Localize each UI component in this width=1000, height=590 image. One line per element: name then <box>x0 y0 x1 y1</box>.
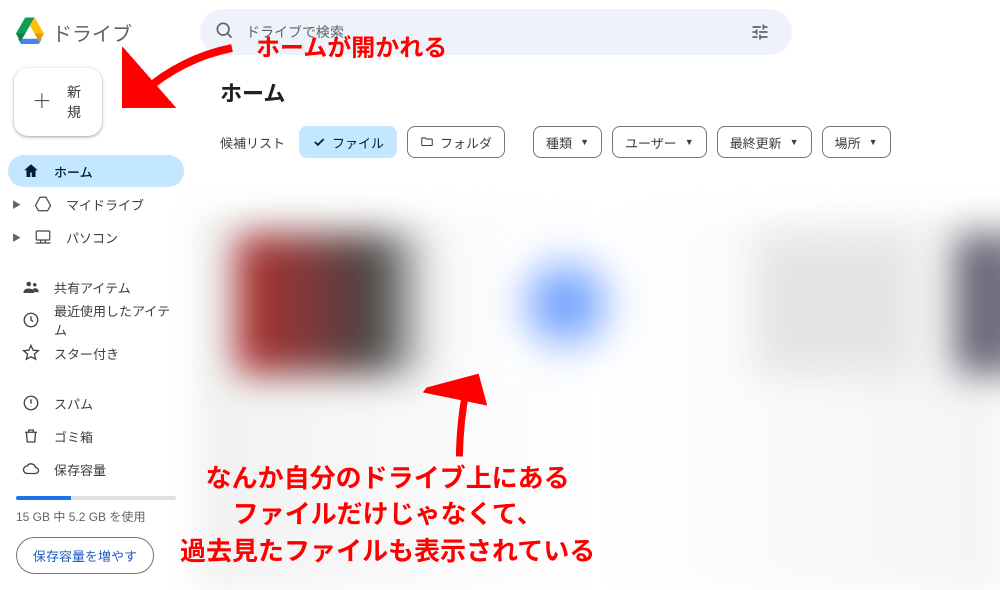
chip-modified[interactable]: 最終更新 ▼ <box>717 126 812 158</box>
sidebar-item-shared[interactable]: 共有アイテム <box>8 271 184 303</box>
sidebar-item-trash[interactable]: ゴミ箱 <box>8 420 184 452</box>
folder-icon <box>420 135 434 149</box>
new-button[interactable]: ＋ 新規 <box>14 68 102 136</box>
nav-group-secondary: 共有アイテム 最近使用したアイテム スター付き <box>8 270 184 370</box>
filter-label: 候補リスト <box>220 133 285 152</box>
storage-upgrade-button[interactable]: 保存容量を増やす <box>16 537 154 574</box>
chip-label: 場所 <box>835 133 861 152</box>
drive-logo-icon <box>16 16 44 49</box>
sidebar-item-storage[interactable]: 保存容量 <box>8 453 184 485</box>
star-icon <box>22 344 40 362</box>
blurred-thumbnail <box>956 234 1000 374</box>
sidebar-item-recent[interactable]: 最近使用したアイテム <box>8 304 184 336</box>
sidebar-item-label: ホーム <box>54 162 93 181</box>
storage-fill <box>16 496 71 500</box>
chip-label: ユーザー <box>625 133 677 152</box>
nav-group-tertiary: スパム ゴミ箱 保存容量 <box>8 386 184 486</box>
app-name: ドライブ <box>52 18 132 47</box>
caret-down-icon: ▼ <box>790 137 799 147</box>
new-button-label: 新規 <box>64 82 84 122</box>
chip-label: フォルダ <box>440 133 492 152</box>
sidebar-item-starred[interactable]: スター付き <box>8 337 184 369</box>
cloud-icon <box>22 460 40 478</box>
check-icon <box>312 135 326 149</box>
caret-down-icon: ▼ <box>869 137 878 147</box>
chip-user[interactable]: ユーザー ▼ <box>612 126 707 158</box>
search-options-button[interactable] <box>742 14 778 50</box>
clock-icon <box>22 311 40 329</box>
sidebar: ＋ 新規 ホーム ▶ マイドライブ ▶ パ <box>0 64 196 590</box>
blurred-thumbnail <box>236 234 436 374</box>
sidebar-item-label: 保存容量 <box>54 460 106 479</box>
chip-folder[interactable]: フォルダ <box>407 126 505 158</box>
blurred-thumbnail <box>496 234 636 374</box>
expand-caret-icon[interactable]: ▶ <box>12 231 21 244</box>
filter-row: 候補リスト ファイル フォルダ 種類 ▼ ユーザー ▼ <box>220 126 976 158</box>
storage-bar <box>16 496 176 500</box>
sidebar-item-label: パソコン <box>66 228 118 247</box>
plus-icon: ＋ <box>32 92 52 112</box>
sidebar-item-home[interactable]: ホーム <box>8 155 184 187</box>
sidebar-item-computers[interactable]: ▶ パソコン <box>8 221 184 253</box>
container: ＋ 新規 ホーム ▶ マイドライブ ▶ パ <box>0 64 1000 590</box>
top-bar: ドライブ ドライブで検索 <box>0 0 1000 64</box>
storage-used-text: 15 GB 中 5.2 GB を使用 <box>16 508 176 525</box>
caret-down-icon: ▼ <box>580 137 589 147</box>
home-icon <box>22 162 40 180</box>
sidebar-item-spam[interactable]: スパム <box>8 387 184 419</box>
computer-icon <box>34 228 52 246</box>
chip-label: ファイル <box>332 133 384 152</box>
chip-label: 最終更新 <box>730 133 782 152</box>
search-wrap: ドライブで検索 <box>192 9 992 55</box>
page-title: ホーム <box>220 76 976 108</box>
search-icon <box>214 20 234 45</box>
expand-caret-icon[interactable]: ▶ <box>12 198 21 211</box>
chip-type[interactable]: 種類 ▼ <box>533 126 602 158</box>
sidebar-item-mydrive[interactable]: ▶ マイドライブ <box>8 188 184 220</box>
tune-icon <box>750 22 770 42</box>
chip-label: 種類 <box>546 133 572 152</box>
sidebar-item-label: ゴミ箱 <box>54 427 93 446</box>
people-icon <box>22 278 40 296</box>
storage-section: 15 GB 中 5.2 GB を使用 保存容量を増やす <box>8 496 184 574</box>
sidebar-item-label: 共有アイテム <box>54 278 131 297</box>
logo-area[interactable]: ドライブ <box>8 16 192 49</box>
trash-icon <box>22 427 40 445</box>
sidebar-item-label: スパム <box>54 394 93 413</box>
spam-icon <box>22 394 40 412</box>
sidebar-item-label: マイドライブ <box>66 195 144 214</box>
search-placeholder: ドライブで検索 <box>246 22 730 42</box>
chip-file[interactable]: ファイル <box>299 126 397 158</box>
caret-down-icon: ▼ <box>685 137 694 147</box>
sidebar-item-label: 最近使用したアイテム <box>54 301 174 339</box>
sidebar-item-label: スター付き <box>54 344 119 363</box>
mydrive-icon <box>34 195 52 213</box>
nav-group-primary: ホーム ▶ マイドライブ ▶ パソコン <box>8 154 184 254</box>
main-area: ホーム 候補リスト ファイル フォルダ 種類 ▼ ユーザー <box>196 64 1000 590</box>
search-bar[interactable]: ドライブで検索 <box>200 9 792 55</box>
blurred-thumbnail <box>756 234 916 374</box>
chip-location[interactable]: 場所 ▼ <box>822 126 891 158</box>
